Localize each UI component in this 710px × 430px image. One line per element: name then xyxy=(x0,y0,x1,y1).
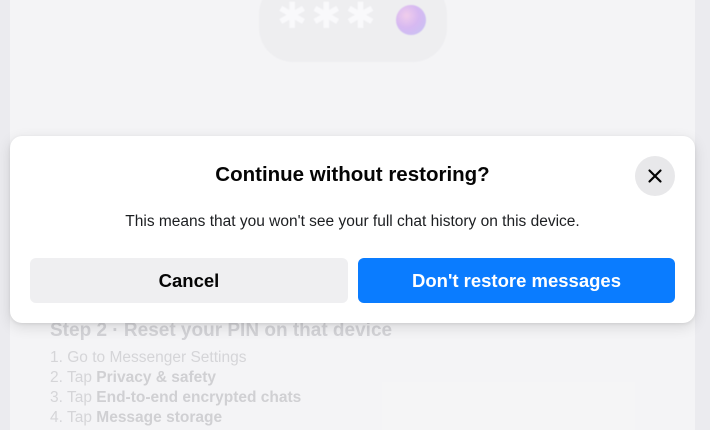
cancel-button[interactable]: Cancel xyxy=(30,258,348,303)
dont-restore-messages-button[interactable]: Don't restore messages xyxy=(358,258,675,303)
dialog-title: Continue without restoring? xyxy=(215,163,490,186)
dialog-message: This means that you won't see your full … xyxy=(125,213,580,230)
confirm-dialog: Continue without restoring? This means t… xyxy=(10,136,695,323)
close-icon xyxy=(648,169,662,183)
close-button[interactable] xyxy=(635,156,675,196)
